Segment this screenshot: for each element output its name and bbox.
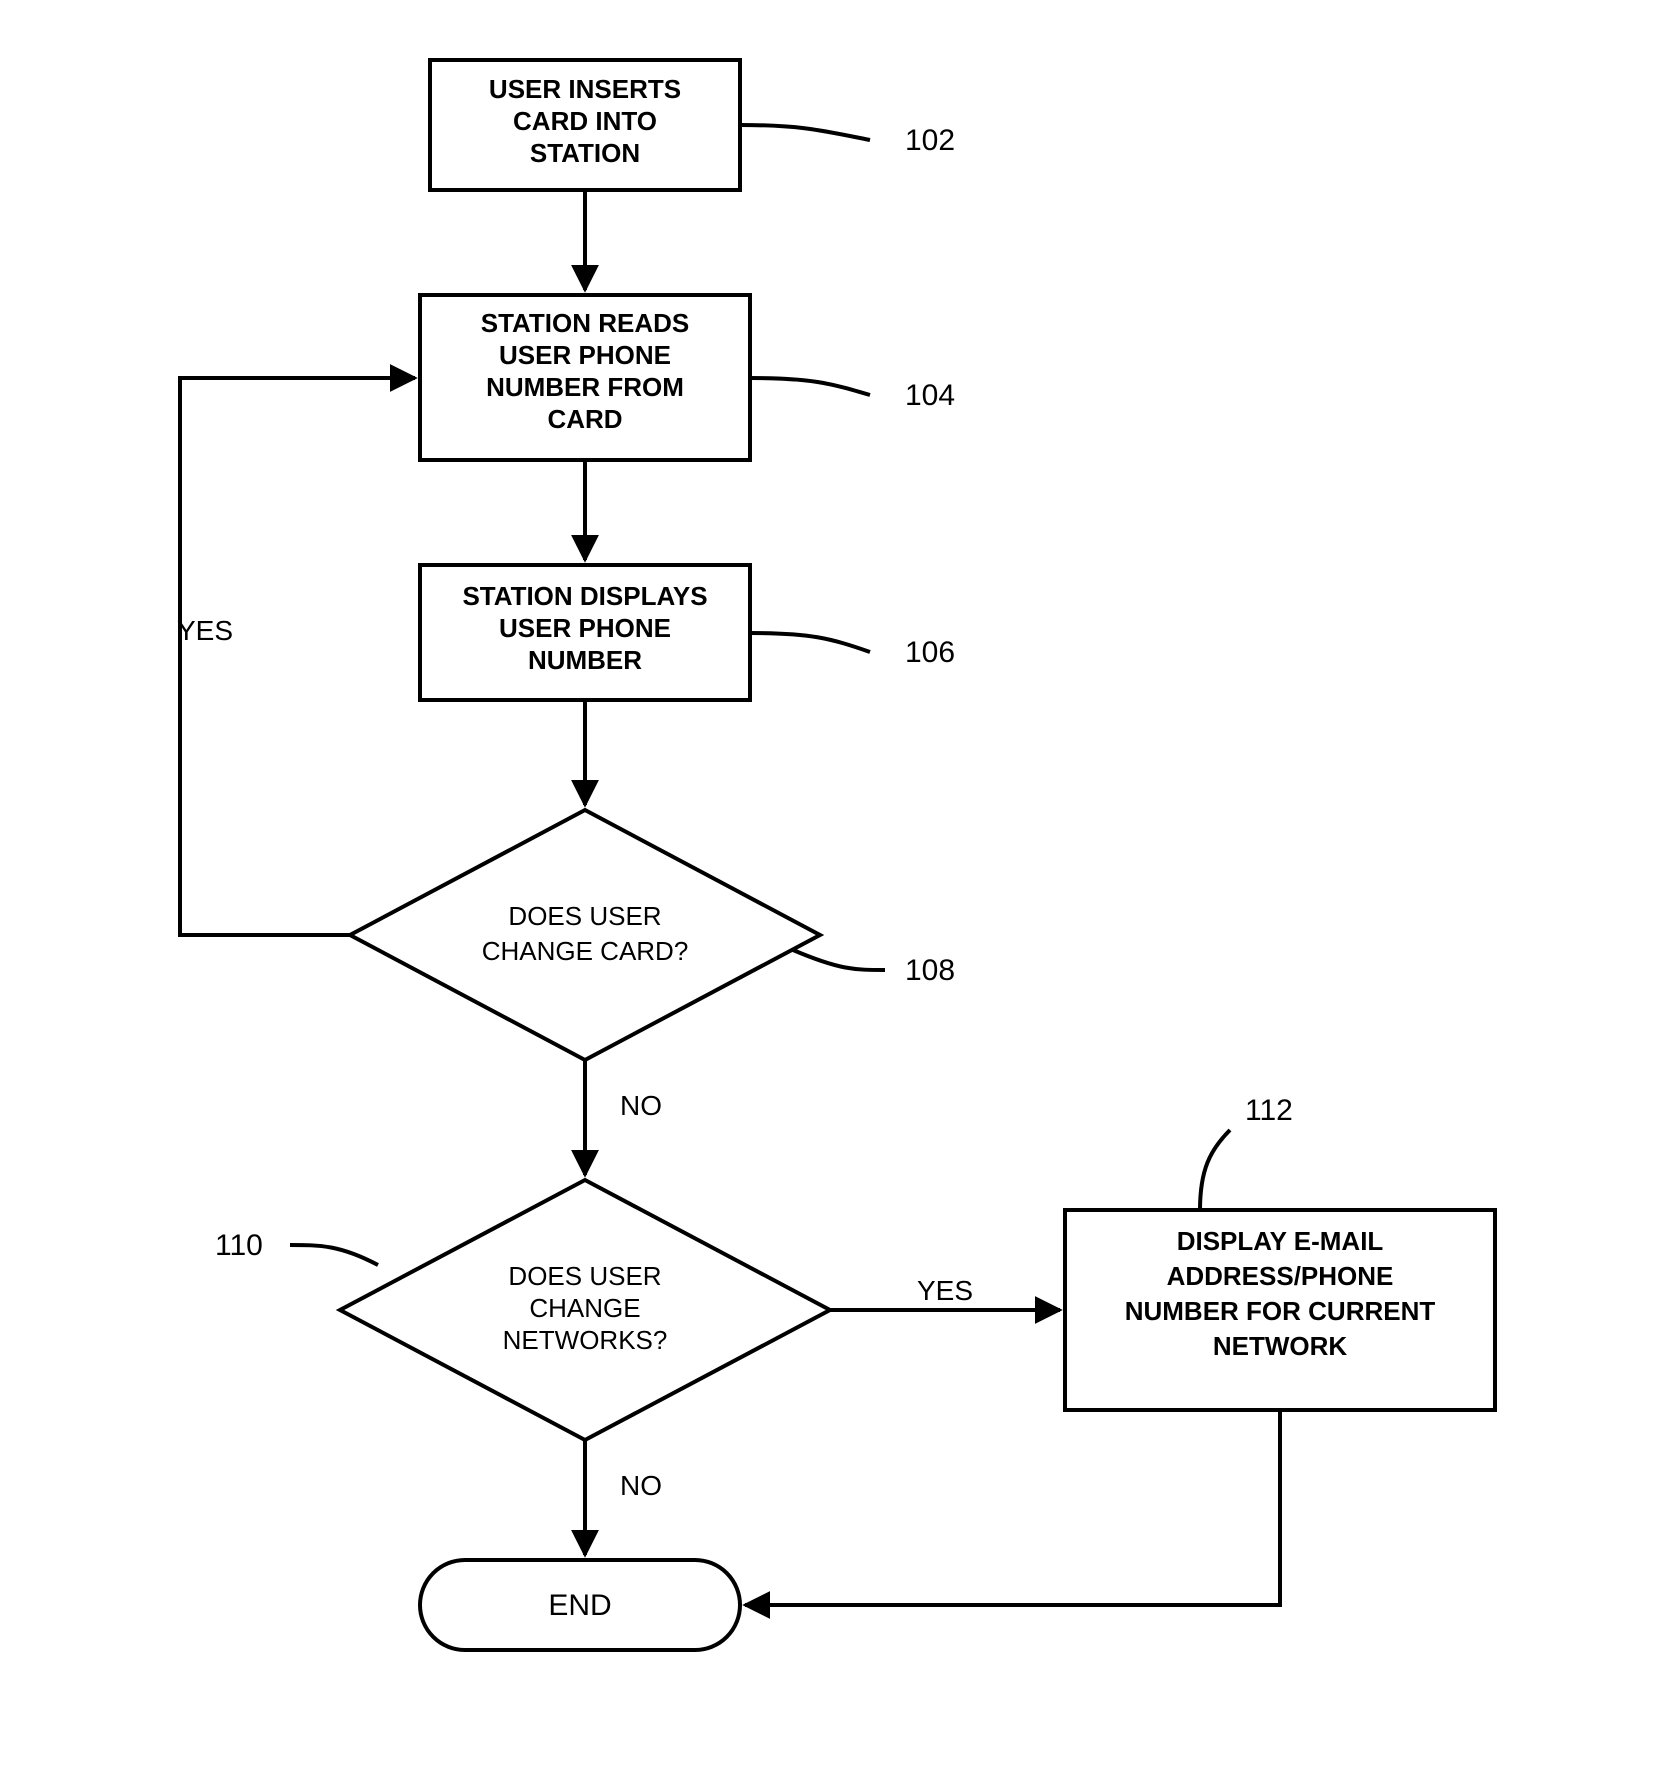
node-110-line3: NETWORKS? <box>503 1325 668 1355</box>
label-108: 108 <box>905 954 955 987</box>
node-108-line1: DOES USER <box>508 901 661 931</box>
node-106-line1: STATION DISPLAYS <box>462 581 707 611</box>
edge-110-yes-label: YES <box>917 1275 973 1306</box>
edge-110-no-label: NO <box>620 1470 662 1501</box>
node-104-line4: CARD <box>547 404 622 434</box>
node-112-line1: DISPLAY E-MAIL <box>1177 1226 1384 1256</box>
edge-110-yes: YES <box>830 1275 1060 1310</box>
arrow-112-end <box>745 1410 1280 1605</box>
leader-108 <box>793 950 885 970</box>
node-104-line2: USER PHONE <box>499 340 671 370</box>
node-110-line2: CHANGE <box>529 1293 640 1323</box>
node-102-line2: CARD INTO <box>513 106 657 136</box>
node-104-line1: STATION READS <box>481 308 689 338</box>
edge-108-no: NO <box>585 1060 662 1175</box>
node-110-line1: DOES USER <box>508 1261 661 1291</box>
flowchart: USER INSERTS CARD INTO STATION 102 STATI… <box>0 0 1663 1788</box>
node-108-line2: CHANGE CARD? <box>482 936 689 966</box>
leader-110 <box>290 1245 378 1265</box>
label-112: 112 <box>1245 1094 1293 1127</box>
node-112-line2: ADDRESS/PHONE <box>1167 1261 1394 1291</box>
node-110: DOES USER CHANGE NETWORKS? 110 <box>215 1180 830 1440</box>
leader-104 <box>750 378 870 395</box>
node-104: STATION READS USER PHONE NUMBER FROM CAR… <box>420 295 955 460</box>
leader-102 <box>740 125 870 140</box>
edge-108-yes-label: YES <box>177 615 233 646</box>
label-102: 102 <box>905 124 955 157</box>
node-112: DISPLAY E-MAIL ADDRESS/PHONE NUMBER FOR … <box>1065 1094 1495 1410</box>
node-102-line1: USER INSERTS <box>489 74 681 104</box>
end-text: END <box>548 1589 611 1622</box>
node-end: END <box>420 1560 740 1650</box>
leader-112 <box>1200 1130 1230 1210</box>
node-102: USER INSERTS CARD INTO STATION 102 <box>430 60 955 190</box>
node-104-line3: NUMBER FROM <box>486 372 684 402</box>
node-112-line4: NETWORK <box>1213 1331 1348 1361</box>
label-106: 106 <box>905 636 955 669</box>
node-106-line3: NUMBER <box>528 645 642 675</box>
edge-108-no-label: NO <box>620 1090 662 1121</box>
label-104: 104 <box>905 379 955 412</box>
edge-108-yes: YES <box>177 378 415 935</box>
node-112-line3: NUMBER FOR CURRENT <box>1125 1296 1436 1326</box>
edge-110-no: NO <box>585 1440 662 1555</box>
node-106-line2: USER PHONE <box>499 613 671 643</box>
leader-106 <box>750 633 870 652</box>
label-110: 110 <box>215 1229 263 1262</box>
arrow-108-yes <box>180 378 415 935</box>
node-108: DOES USER CHANGE CARD? 108 <box>350 810 955 1060</box>
diamond-108 <box>350 810 820 1060</box>
node-102-line3: STATION <box>530 138 640 168</box>
node-106: STATION DISPLAYS USER PHONE NUMBER 106 <box>420 565 955 700</box>
